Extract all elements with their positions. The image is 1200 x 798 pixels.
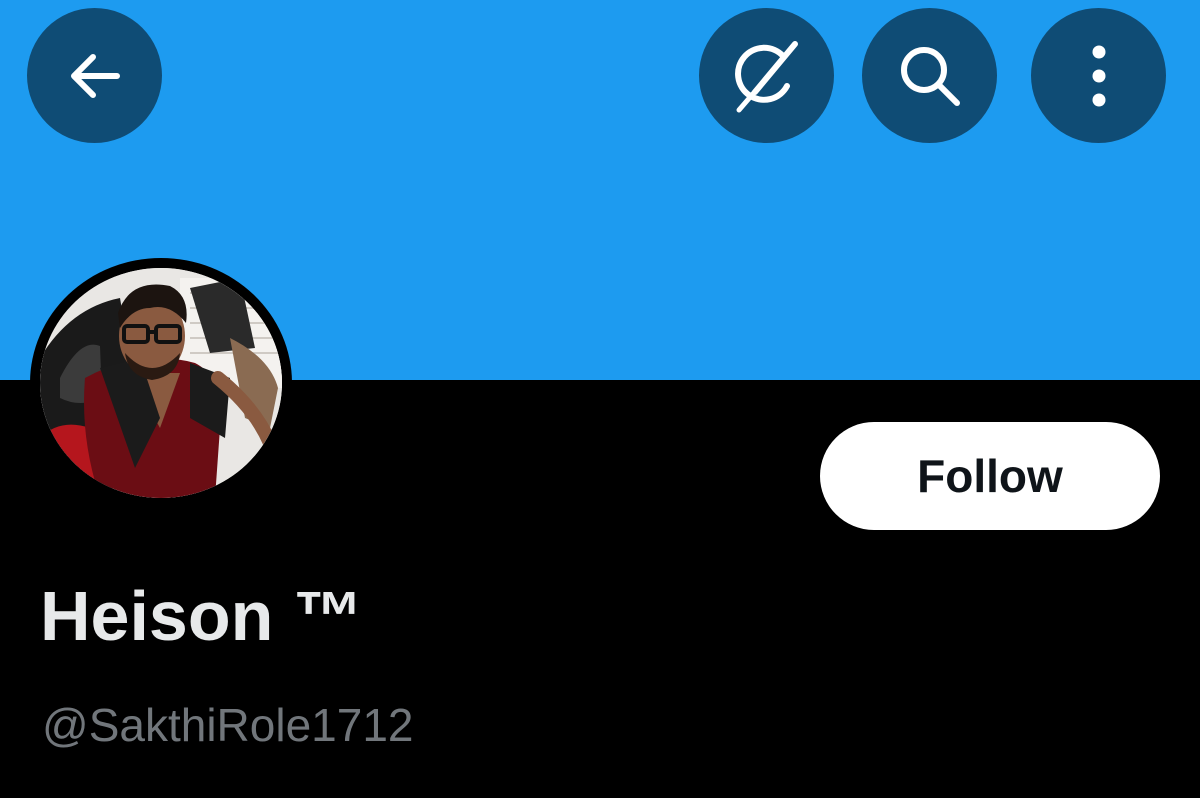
more-button[interactable] [1031, 8, 1166, 143]
follow-button[interactable]: Follow [820, 422, 1160, 530]
grok-button[interactable] [699, 8, 834, 143]
avatar-image [40, 268, 282, 498]
search-icon [900, 46, 960, 106]
grok-icon [734, 40, 798, 112]
arrow-left-icon [70, 53, 120, 98]
user-handle: @SakthiRole1712 [42, 699, 414, 751]
back-button[interactable] [27, 8, 162, 143]
avatar[interactable] [30, 258, 292, 508]
display-name: Heison ™ [40, 577, 363, 655]
profile-page: Follow Heison ™ @SakthiRole1712 [0, 0, 1200, 798]
more-vertical-icon [1092, 45, 1105, 106]
search-button[interactable] [862, 8, 997, 143]
